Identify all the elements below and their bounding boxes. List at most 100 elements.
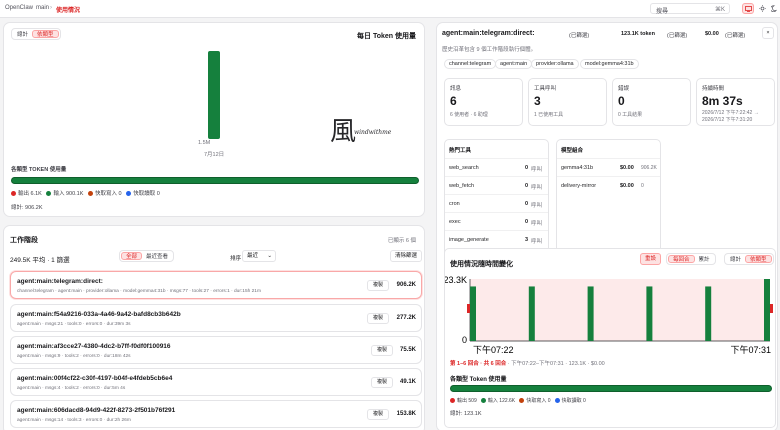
top-bar: OpenClaw › main › 使用情況 搜尋 ⌘K [0, 0, 780, 18]
legend-output: 輸出 6.1K [11, 191, 42, 197]
search-placeholder: 搜尋 [656, 9, 669, 15]
copy-button[interactable]: 複製 [366, 313, 389, 324]
timeline-range: 第 1–6 回合 · 共 6 回合 · 下午07:22–下午07:31 · 12… [450, 359, 605, 367]
stat-duration: 持續時間 8m 37s 2026/7/12 下午7:22:42 → 2026/7/12… [696, 78, 775, 126]
breadcrumb-main[interactable]: main [36, 5, 49, 11]
sessions-shown-count: 已顯示 6 個 [387, 238, 416, 244]
toggle-per-turn[interactable]: 每回合 [668, 255, 695, 263]
tool-row: web_fetch 0 呼叫 [445, 176, 548, 194]
daily-bar-date: 7月12日 [204, 152, 225, 158]
monitor-icon[interactable] [742, 3, 754, 14]
session-tokens: 153.8K [396, 411, 416, 417]
models-panel: 模型組合 gemma4:31b $0.00 906.2K delivery-mirr… [556, 139, 661, 258]
stat-messages: 訊息 6 6 使用者 · 6 助理 [444, 78, 523, 126]
sun-icon[interactable] [756, 3, 768, 14]
search-input[interactable]: 搜尋 ⌘K [650, 3, 730, 15]
moon-icon[interactable] [768, 3, 780, 14]
legend-cache-write: 快取寫入 0 [519, 398, 551, 404]
breadcrumb-separator: › [50, 5, 52, 11]
session-detail-card: agent:main:telegram:direct: (已篩選) 123.1K… [436, 22, 778, 430]
toggle-total[interactable]: 總計 [13, 30, 32, 38]
toggle-by-type[interactable]: 依類型 [32, 30, 59, 38]
tab-recent[interactable]: 最近查看 [142, 252, 172, 260]
daily-chart-title: 每日 Token 使用量 [357, 33, 416, 40]
models-title: 模型組合 [561, 148, 584, 154]
by-type-title: 各類型 TOKEN 使用量 [11, 167, 67, 173]
range-handle-left [467, 304, 470, 313]
detail-cost: $0.00 [705, 31, 719, 37]
legend-cache-read: 快取讀取 0 [554, 398, 586, 404]
session-row[interactable]: agent:main:f54a9216-033a-4a46-9a42-bafd8… [10, 304, 422, 332]
range-handle-right [770, 304, 773, 313]
timeline-range-rest: · 下午07:22–下午07:31 · 123.1K · $0.00 [506, 361, 605, 367]
tool-row: exec 0 呼叫 [445, 212, 548, 230]
copy-button[interactable]: 複製 [370, 345, 393, 356]
breadcrumb-separator: › [30, 5, 32, 11]
stat-tool-calls: 工具呼叫 3 1 已使用工具 [528, 78, 607, 126]
copy-button[interactable]: 複製 [370, 377, 393, 388]
timeline-type-toggle: 總計 依類型 [724, 253, 774, 265]
x-tick-end: 下午07:31 [730, 344, 771, 355]
copy-button[interactable]: 複製 [366, 280, 389, 291]
session-row[interactable]: agent:main:telegram:direct: channel:tele… [10, 271, 422, 299]
chevron-down-icon: ⌄ [267, 253, 272, 259]
session-tokens: 277.2K [396, 315, 416, 321]
legend-input: 輸入 900.1K [46, 191, 83, 197]
toggle-by-type[interactable]: 依類型 [745, 255, 772, 263]
timeline-chart: 23.3K 0 下午07:22 下午07:31 [445, 275, 773, 355]
copy-button[interactable]: 複製 [366, 409, 389, 420]
y-tick-bottom: 0 [462, 335, 467, 345]
model-row: gemma4:31b $0.00 906.2K [557, 158, 660, 176]
legend-input: 輸入 122.6K [480, 398, 515, 404]
timeline-bar-4[interactable] [646, 286, 653, 341]
pill-agent: agent:main [495, 59, 533, 69]
legend-cache-read: 快取讀取 0 [126, 191, 160, 197]
view-toggle: 總計 依類型 [11, 28, 61, 40]
detail-title: agent:main:telegram:direct: [442, 30, 535, 37]
daily-bar[interactable] [208, 51, 220, 139]
detail-description: 歷史沿革包含 9 個工作階段執行個體。 [442, 47, 537, 53]
session-row[interactable]: agent:main:606dacd8-94d9-422f-8273-2f501… [10, 400, 422, 428]
sessions-average: 249.5K 平均 · 1 篩選 [10, 257, 70, 264]
sort-label: 排序 [230, 256, 242, 262]
x-tick-start: 下午07:22 [473, 344, 514, 355]
tab-all[interactable]: 全部 [121, 252, 143, 260]
breadcrumb-app[interactable]: OpenClaw [5, 5, 33, 11]
session-row[interactable]: agent:main:00f4cf22-c30f-4197-b04f-e4fde… [10, 368, 422, 396]
sort-select[interactable]: 最近 ⌄ [242, 250, 276, 262]
calligraphy-watermark: 風 [330, 117, 357, 147]
timeline-by-type-title: 各類型 Token 使用量 [450, 377, 507, 383]
timeline-bar-3[interactable] [587, 286, 594, 341]
toggle-cumulative[interactable]: 累計 [695, 255, 714, 263]
daily-bar-value: 1.5M [198, 140, 211, 146]
sort-value: 最近 [247, 253, 259, 259]
session-tokens: 75.5K [399, 347, 416, 353]
tool-row: cron 0 呼叫 [445, 194, 548, 212]
timeline-bar-1[interactable] [470, 286, 476, 341]
reset-button[interactable]: 重設 [640, 253, 662, 265]
breadcrumb-current: 使用情況 [56, 8, 81, 14]
detail-filtered-badge: (已篩選) [569, 33, 590, 39]
detail-tokens: 123.1K token [621, 31, 655, 37]
timeline-bar-6[interactable] [764, 279, 770, 341]
detail-cost-badge: (已篩選) [725, 33, 746, 39]
toggle-total[interactable]: 總計 [726, 255, 745, 263]
y-tick-top: 23.3K [445, 275, 467, 285]
by-type-bar [11, 177, 419, 184]
timeline-bar-2[interactable] [528, 286, 535, 341]
sessions-tabs: 全部 最近查看 [119, 250, 175, 262]
session-tokens: 906.2K [396, 282, 416, 288]
timeline-range-prefix: 第 1–6 回合 · 共 6 回合 [450, 361, 507, 367]
session-row[interactable]: agent:main:af3cce27-4380-4dc2-b7ff-f0df0… [10, 336, 422, 364]
timeline-mode-toggle: 每回合 累計 [666, 253, 716, 265]
by-type-legend: 輸出 6.1K 輸入 900.1K 快取寫入 0 快取讀取 0 [11, 189, 160, 197]
sessions-card: 工作階段 已顯示 6 個 249.5K 平均 · 1 篩選 全部 最近查看 排序… [3, 225, 425, 430]
pill-provider: provider:ollama [531, 59, 579, 69]
timeline-total: 總計: 123.1K [450, 411, 482, 417]
legend-cache-write: 快取寫入 0 [88, 191, 122, 197]
clear-filters-button[interactable]: 清除篩選 [390, 250, 423, 262]
timeline-bar-5[interactable] [705, 286, 712, 341]
close-icon[interactable]: × [762, 27, 774, 39]
pill-model: model:gemma4:31b [580, 59, 639, 69]
hot-tools-title: 熱門工具 [449, 148, 472, 154]
